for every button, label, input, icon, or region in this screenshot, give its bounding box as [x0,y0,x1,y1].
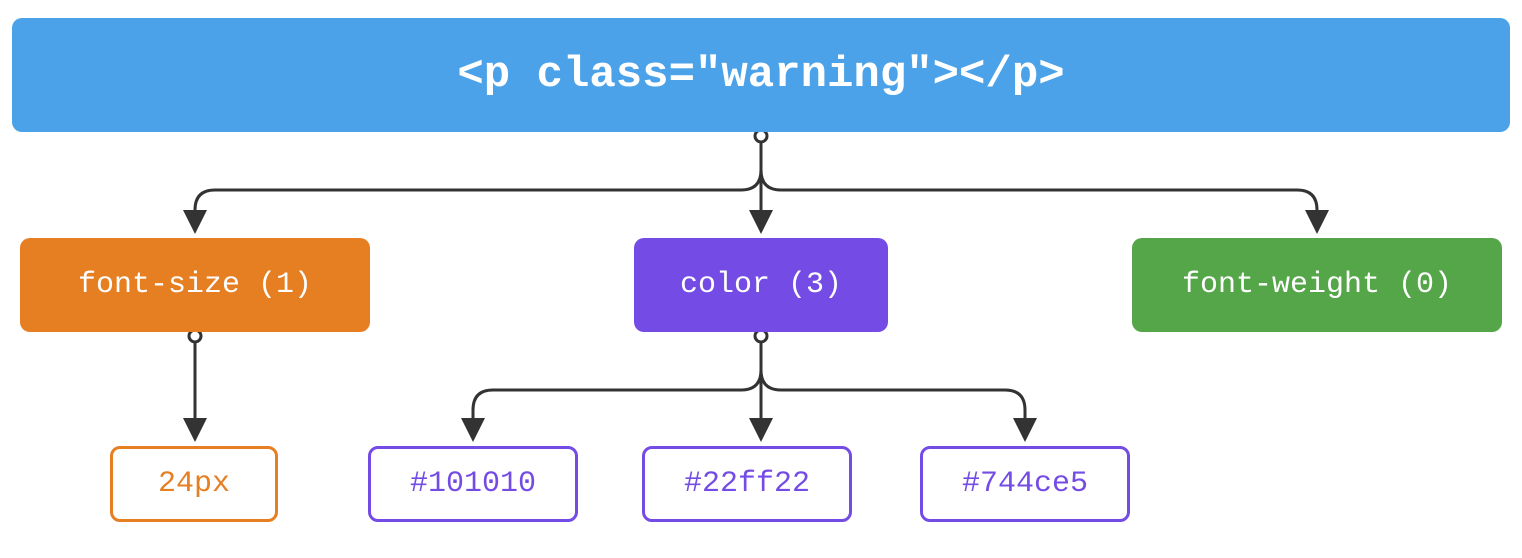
property-box-font-weight: font-weight (0) [1132,238,1502,332]
root-code-text: <p class="warning"></p> [457,50,1064,100]
property-label: color (3) [680,268,842,302]
value-text: 24px [158,467,230,501]
diagram-canvas: <p class="warning"></p> font-size (1) co… [0,0,1522,558]
value-box-color-0: #101010 [368,446,578,522]
value-box-color-1: #22ff22 [642,446,852,522]
value-text: #101010 [410,467,536,501]
property-label: font-weight (0) [1182,268,1452,302]
property-box-font-size: font-size (1) [20,238,370,332]
property-label: font-size (1) [78,268,312,302]
value-box-color-2: #744ce5 [920,446,1130,522]
value-text: #744ce5 [962,467,1088,501]
root-element-box: <p class="warning"></p> [12,18,1510,132]
value-text: #22ff22 [684,467,810,501]
value-box-font-size-0: 24px [110,446,278,522]
property-box-color: color (3) [634,238,888,332]
